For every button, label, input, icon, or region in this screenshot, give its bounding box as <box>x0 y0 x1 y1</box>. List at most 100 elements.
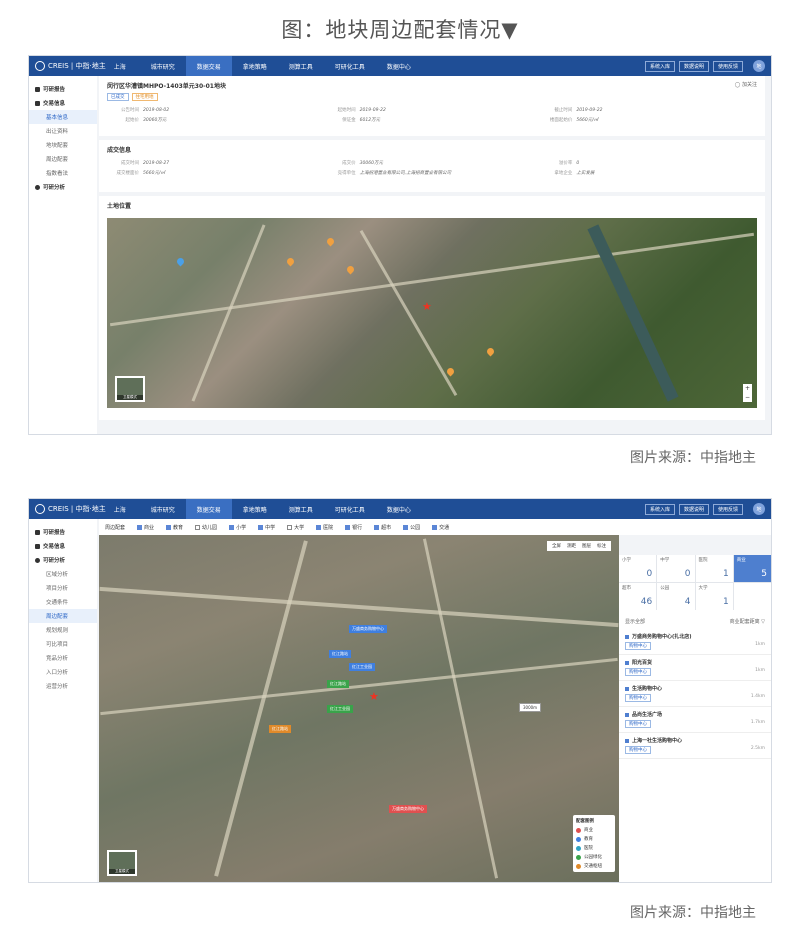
filter-checkbox[interactable]: 医院 <box>316 524 333 531</box>
nav-item[interactable]: 可研化工具 <box>324 56 376 76</box>
map-poi-label[interactable]: 红江工业园 <box>327 705 353 713</box>
map-mode-thumbnail[interactable]: 卫星模式 <box>107 850 137 876</box>
sidebar-item[interactable]: 指数看法 <box>29 166 97 180</box>
stat-tile[interactable]: 中学 0 <box>657 555 695 582</box>
map-tool[interactable]: 标注 <box>597 543 606 549</box>
map-pin-icon[interactable] <box>325 236 336 247</box>
sidebar-item[interactable]: 项目分析 <box>29 581 97 595</box>
thumb-label: 卫星模式 <box>109 869 135 874</box>
map-poi-label[interactable]: 红江路站 <box>327 680 349 688</box>
sidebar-item[interactable]: 可比项目 <box>29 637 97 651</box>
filter-checkbox[interactable]: 大学 <box>287 524 304 531</box>
city-selector[interactable]: 上海 <box>114 505 126 514</box>
nav-item[interactable]: 数据中心 <box>376 56 422 76</box>
top-button[interactable]: 使用反馈 <box>712 503 743 515</box>
sidebar-item[interactable]: 交通条件 <box>29 595 97 609</box>
list-item[interactable]: 生活购物中心 购物中心 1.4km <box>619 681 771 707</box>
sidebar-item[interactable]: 基本信息 <box>29 110 97 124</box>
filter-checkbox[interactable]: 教育 <box>166 524 183 531</box>
filter-checkbox[interactable]: 超市 <box>374 524 391 531</box>
filter-checkbox[interactable]: 公园 <box>403 524 420 531</box>
amenity-filter-bar: 周边配套 商业 教育 幼儿园 小学 中学 大学 医院 银行 超市 公园 交通 <box>99 519 771 535</box>
nav-item[interactable]: 可研化工具 <box>324 499 376 519</box>
satellite-map[interactable]: 全屏 测距 图层 标注 万盛商务购物中心 红江路站 红江工业园 红江路站 红江工… <box>99 535 619 882</box>
sidebar-item[interactable]: 运营分析 <box>29 679 97 693</box>
map-poi-label[interactable]: 万盛商务购物中心 <box>349 625 387 633</box>
nav-item[interactable]: 城市研究 <box>140 499 186 519</box>
top-button[interactable]: 数据说明 <box>678 503 709 515</box>
map-mode-thumbnail[interactable]: 卫星模式 <box>115 376 145 402</box>
nav-item[interactable]: 测算工具 <box>278 499 324 519</box>
nav-item[interactable]: 测算工具 <box>278 56 324 76</box>
filter-checkbox[interactable]: 交通 <box>432 524 449 531</box>
stat-tile-empty <box>733 583 771 610</box>
sidebar-group[interactable]: 交易信息 <box>29 539 97 553</box>
sidebar-item[interactable]: 周边配套 <box>29 152 97 166</box>
top-button[interactable]: 数据说明 <box>678 60 709 72</box>
stat-tile[interactable]: 超市 46 <box>619 583 657 610</box>
sidebar-group[interactable]: 交易信息 <box>29 96 97 110</box>
avatar[interactable]: 地 <box>753 503 765 515</box>
nav-item[interactable]: 拿地策略 <box>232 499 278 519</box>
sidebar-item[interactable]: 规划规则 <box>29 623 97 637</box>
top-button[interactable]: 使用反馈 <box>712 60 743 72</box>
nav-item[interactable]: 数据中心 <box>376 499 422 519</box>
map-poi-label[interactable]: 红江工业园 <box>349 663 375 671</box>
map-pin-icon[interactable] <box>445 366 456 377</box>
map-poi-label[interactable]: 红江路站 <box>329 650 351 658</box>
sidebar-item[interactable]: 入口分析 <box>29 665 97 679</box>
list-item[interactable]: 品尚生活广场 购物中心 1.7km <box>619 707 771 733</box>
sidebar-item[interactable]: 出让资料 <box>29 124 97 138</box>
map-tool[interactable]: 测距 <box>567 543 576 549</box>
map-poi-label[interactable]: 万盛商务购物中心 <box>389 805 427 813</box>
satellite-map[interactable]: ★ 卫星模式 + − <box>107 218 757 408</box>
stat-tile[interactable]: 医院 1 <box>695 555 733 582</box>
sort-dropdown[interactable]: 商业配套距离 ▽ <box>730 618 765 625</box>
zoom-in-icon[interactable]: + <box>743 384 752 393</box>
app-logo[interactable]: CREIS | 中指·地主 <box>35 504 106 514</box>
map-tool[interactable]: 全屏 <box>552 543 561 549</box>
app-logo[interactable]: CREIS | 中指·地主 <box>35 61 106 71</box>
stat-tile-selected[interactable]: 商业 5 <box>733 555 771 582</box>
follow-button[interactable]: ◯ 加关注 <box>735 81 757 93</box>
nav-item[interactable]: 拿地策略 <box>232 56 278 76</box>
show-all-toggle[interactable]: 显示全部 <box>625 618 645 625</box>
zoom-control[interactable]: + − <box>743 384 752 402</box>
stat-tile[interactable]: 公园 4 <box>657 583 695 610</box>
stat-tile[interactable]: 大学 1 <box>695 583 733 610</box>
map-pin-icon[interactable] <box>285 256 296 267</box>
top-button[interactable]: 系统入库 <box>644 60 675 72</box>
top-button[interactable]: 系统入库 <box>644 503 675 515</box>
deal-value: 上实发展 <box>576 171 595 176</box>
map-pin-icon[interactable] <box>345 264 356 275</box>
sidebar-item[interactable]: 竞品分析 <box>29 651 97 665</box>
zoom-out-icon[interactable]: − <box>743 393 752 402</box>
list-item[interactable]: 上海一社生活购物中心 购物中心 2.5km <box>619 733 771 759</box>
list-item[interactable]: 万盛商务购物中心(扎北店) 购物中心 1km <box>619 629 771 655</box>
filter-checkbox[interactable]: 幼儿园 <box>195 524 217 531</box>
map-tool[interactable]: 图层 <box>582 543 591 549</box>
sidebar-group[interactable]: 可研报告 <box>29 82 97 96</box>
sidebar-group[interactable]: 可研分析 <box>29 180 97 194</box>
sidebar-group[interactable]: 可研分析 <box>29 553 97 567</box>
sidebar-group-label: 交易信息 <box>43 544 66 550</box>
filter-checkbox[interactable]: 银行 <box>345 524 362 531</box>
filter-checkbox[interactable]: 中学 <box>258 524 275 531</box>
nav-item-active[interactable]: 数据交易 <box>185 56 232 76</box>
map-poi-label[interactable]: 红江路站 <box>269 725 291 733</box>
sidebar-group[interactable]: 可研报告 <box>29 525 97 539</box>
city-selector[interactable]: 上海 <box>114 62 126 71</box>
map-pin-icon[interactable] <box>485 346 496 357</box>
filter-checkbox[interactable]: 小学 <box>229 524 246 531</box>
avatar[interactable]: 地 <box>753 60 765 72</box>
filter-checkbox[interactable]: 商业 <box>137 524 154 531</box>
stat-tile[interactable]: 小学 0 <box>619 555 657 582</box>
sidebar-item[interactable]: 周边配套 <box>29 609 97 623</box>
list-item[interactable]: 阳光百货 购物中心 1km <box>619 655 771 681</box>
sidebar-item[interactable]: 区域分析 <box>29 567 97 581</box>
map-pin-icon[interactable] <box>175 256 186 267</box>
nav-item-active[interactable]: 数据交易 <box>185 499 232 519</box>
nav-item[interactable]: 城市研究 <box>140 56 186 76</box>
sidebar-item[interactable]: 地块配套 <box>29 138 97 152</box>
info-item: 起始价 30060万元 <box>107 117 324 123</box>
